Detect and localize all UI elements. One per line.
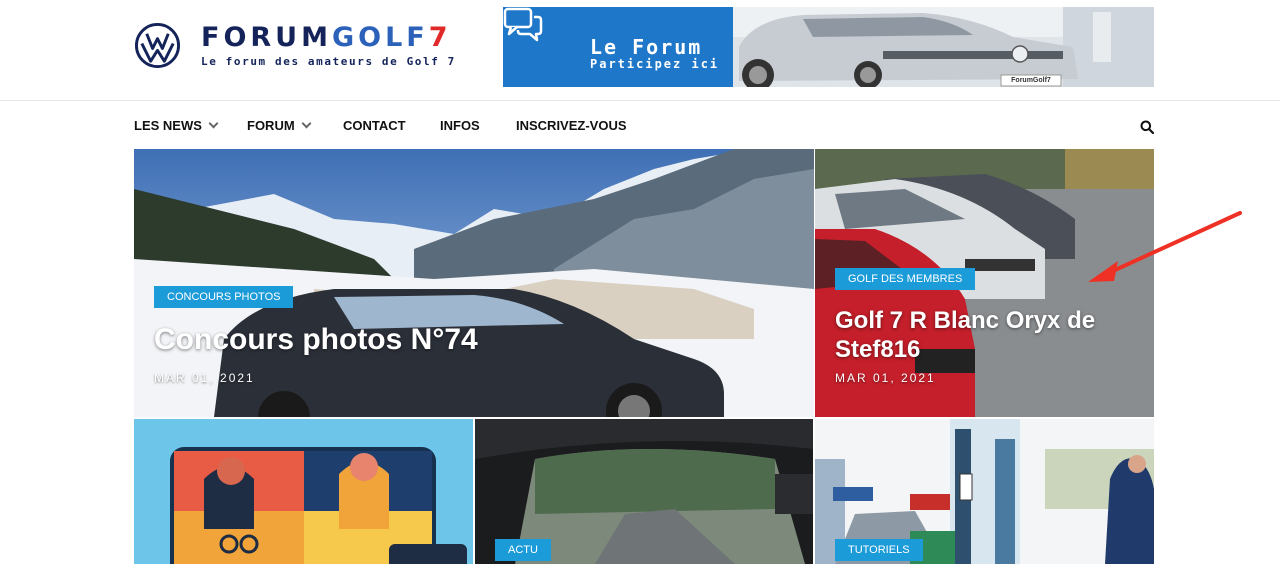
post-title[interactable]: Golf 7 R Blanc Oryx de Stef816 xyxy=(835,306,1095,364)
chat-icon xyxy=(503,7,543,42)
chevron-down-icon xyxy=(208,118,219,129)
featured-post-concours[interactable]: CONCOURS PHOTOS Concours photos N°74 MAR… xyxy=(134,149,814,417)
category-badge[interactable]: GOLF DES MEMBRES xyxy=(835,268,976,290)
post-tile-tutoriels[interactable]: TUTORIELS xyxy=(815,419,1154,564)
nav-item-forum[interactable]: FORUM xyxy=(247,118,312,133)
search-icon[interactable] xyxy=(1140,120,1154,134)
nav-item-inscrivez-vous[interactable]: INSCRIVEZ-VOUS xyxy=(516,118,627,133)
category-badge[interactable]: CONCOURS PHOTOS xyxy=(154,286,294,308)
post-date: MAR 01, 2021 xyxy=(835,371,936,385)
post-tile-actu[interactable]: ACTU xyxy=(475,419,813,564)
post-tile-illustration[interactable] xyxy=(134,419,473,564)
site-header: FORUMGOLF7 Le forum des amateurs de Golf… xyxy=(0,0,1280,101)
logo-tagline: Le forum des amateurs de Golf 7 xyxy=(201,54,456,68)
site-logo[interactable]: FORUMGOLF7 Le forum des amateurs de Golf… xyxy=(134,20,474,70)
chevron-down-icon xyxy=(301,118,312,129)
banner-subtitle: Participez ici xyxy=(590,57,720,71)
vw-logo-icon xyxy=(134,22,181,68)
logo-title: FORUMGOLF7 xyxy=(201,21,452,53)
category-badge[interactable]: ACTU xyxy=(495,539,551,561)
category-badge[interactable]: TUTORIELS xyxy=(835,539,923,561)
banner-plate: ForumGolf7 xyxy=(1011,77,1051,84)
banner-title: Le Forum xyxy=(590,35,703,59)
post-image xyxy=(134,419,473,564)
nav-item-infos[interactable]: INFOS xyxy=(440,118,480,133)
nav-item-contact[interactable]: CONTACT xyxy=(343,118,406,133)
nav-item-les-news[interactable]: LES NEWS xyxy=(134,118,219,133)
annotation-arrow-icon xyxy=(1088,211,1242,282)
post-title[interactable]: Concours photos N°74 xyxy=(154,322,478,358)
main-nav: LES NEWS FORUM CONTACT INFOS INSCRIVEZ-V… xyxy=(0,102,1280,148)
forum-banner-ad[interactable]: Le Forum Participez ici ForumGolf7 xyxy=(503,7,1154,87)
post-date: MAR 01, 2021 xyxy=(154,371,255,385)
